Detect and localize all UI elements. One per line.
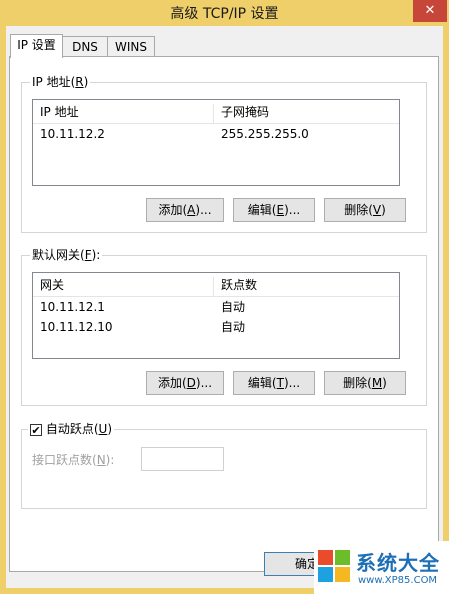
site-watermark: 系统大全 www.XP85.COM <box>314 541 449 594</box>
interface-metric-input[interactable] <box>141 447 224 471</box>
dialog-body: IP 设置 DNS WINS IP 地址(R) IP 地址 子网掩码 10.11… <box>6 26 443 588</box>
tab-label: DNS <box>72 40 98 54</box>
column-separator <box>213 277 214 296</box>
tab-dns[interactable]: DNS <box>62 36 108 57</box>
metric-value: 自动 <box>221 300 246 314</box>
column-header-mask[interactable]: 子网掩码 <box>221 104 269 120</box>
watermark-url: www.XP85.COM <box>358 575 438 586</box>
tab-label: WINS <box>115 40 147 54</box>
table-row[interactable]: 10.11.12.2 255.255.255.0 <box>33 125 397 143</box>
edit-gateway-button[interactable]: 编辑(T)... <box>233 371 315 395</box>
delete-ip-button[interactable]: 删除(V) <box>324 198 406 222</box>
edit-ip-button[interactable]: 编辑(E)... <box>233 198 315 222</box>
auto-metric-checkbox[interactable]: ✔ <box>30 424 42 437</box>
column-header-metric[interactable]: 跃点数 <box>221 277 257 293</box>
ip-address-group: IP 地址(R) IP 地址 子网掩码 10.11.12.2 255.255.2… <box>21 75 427 233</box>
tab-wins[interactable]: WINS <box>107 36 155 57</box>
column-separator <box>213 104 214 123</box>
gateway-list[interactable]: 网关 跃点数 10.11.12.1 自动 10.11.12.10 自动 <box>32 272 400 359</box>
delete-gateway-button[interactable]: 删除(M) <box>324 371 406 395</box>
watermark-title: 系统大全 <box>356 551 440 575</box>
window-title: 高级 TCP/IP 设置 <box>170 6 279 22</box>
gateway-value: 10.11.12.1 <box>40 300 105 314</box>
tab-ip-settings[interactable]: IP 设置 <box>10 34 63 58</box>
tab-label: IP 设置 <box>17 38 56 52</box>
auto-metric-legend[interactable]: ✔ 自动跃点(U) <box>28 422 114 437</box>
auto-metric-group: ✔ 自动跃点(U) 接口跃点数(N): <box>21 422 427 509</box>
gateway-list-header: 网关 跃点数 <box>33 275 399 297</box>
metric-value: 自动 <box>221 320 246 334</box>
auto-metric-label[interactable]: 自动跃点(U) <box>46 422 112 436</box>
ip-address-legend: IP 地址(R) <box>30 75 91 90</box>
table-row[interactable]: 10.11.12.1 自动 <box>33 298 397 316</box>
mask-value: 255.255.255.0 <box>221 127 309 141</box>
default-gateway-group: 默认网关(F): 网关 跃点数 10.11.12.1 自动 10.11.12.1… <box>21 248 427 406</box>
add-ip-button[interactable]: 添加(A)... <box>146 198 224 222</box>
table-row[interactable]: 10.11.12.10 自动 <box>33 318 397 336</box>
interface-metric-label: 接口跃点数(N): <box>32 453 115 467</box>
close-icon: ✕ <box>424 3 436 18</box>
tab-panel-ip-settings: IP 地址(R) IP 地址 子网掩码 10.11.12.2 255.255.2… <box>9 56 439 572</box>
add-gateway-button[interactable]: 添加(D)... <box>146 371 224 395</box>
column-header-gateway[interactable]: 网关 <box>40 277 64 293</box>
ip-list-header: IP 地址 子网掩码 <box>33 102 399 124</box>
ip-value: 10.11.12.2 <box>40 127 105 141</box>
default-gateway-legend: 默认网关(F): <box>30 248 103 263</box>
ip-address-list[interactable]: IP 地址 子网掩码 10.11.12.2 255.255.255.0 <box>32 99 400 186</box>
title-bar: 高级 TCP/IP 设置 ✕ <box>0 0 449 26</box>
close-button[interactable]: ✕ <box>413 0 447 22</box>
column-header-ip[interactable]: IP 地址 <box>40 104 79 120</box>
gateway-value: 10.11.12.10 <box>40 320 113 334</box>
